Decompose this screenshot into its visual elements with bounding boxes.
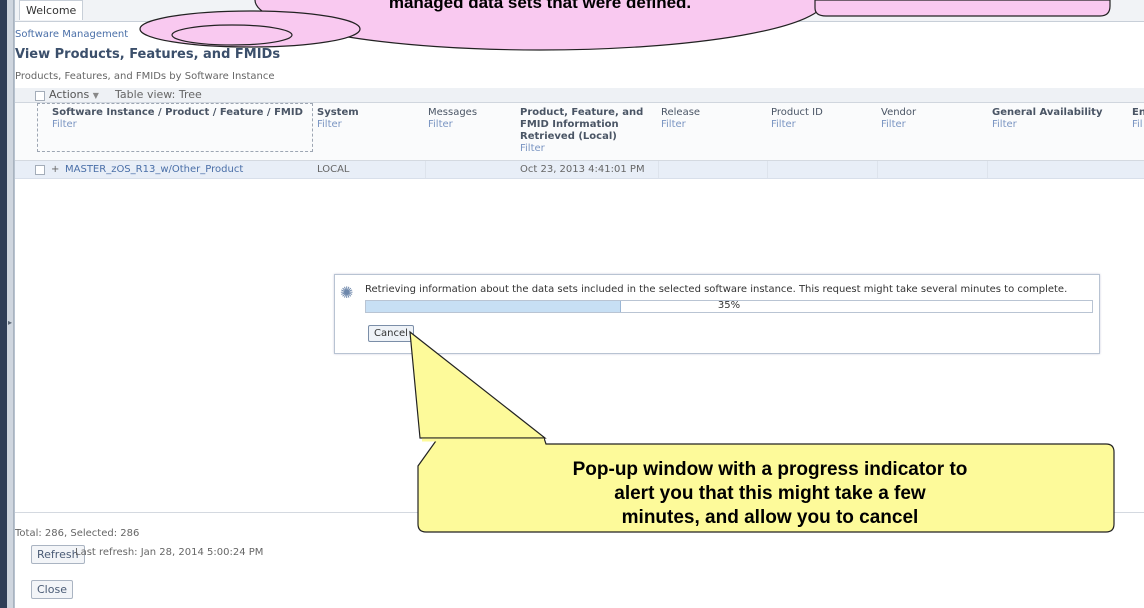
filter-link[interactable]: Filter [771, 119, 823, 131]
progress-dialog: ✺ Retrieving information about the data … [334, 274, 1100, 354]
col-retrieved-label-2: FMID Information [520, 119, 619, 130]
breadcrumb: Software Management Products, Features, … [15, 29, 436, 40]
actions-menu[interactable]: Actions ▼ [49, 88, 99, 103]
column-divider [877, 161, 878, 178]
table-toolbar: Actions ▼ Table view: Tree [15, 88, 1144, 103]
breadcrumb-current: Products, Features, and FMIDs [284, 29, 436, 40]
progress-message: Retrieving information about the data se… [365, 284, 1068, 295]
chevron-right-icon[interactable]: ▸ [8, 318, 12, 327]
callout-line-1: Pop-up window with a progress indicator … [572, 459, 968, 480]
close-button[interactable]: Close [31, 580, 73, 599]
col-retrieved-label-1: Product, Feature, and [520, 107, 644, 118]
spinner-icon: ✺ [340, 283, 354, 302]
col-vendor[interactable]: Vendor Filter [881, 107, 916, 131]
actions-label: Actions [49, 88, 90, 101]
select-all-checkbox[interactable] [35, 91, 45, 101]
last-refresh: Last refresh: Jan 28, 2014 5:00:24 PM [75, 547, 264, 558]
filter-link[interactable]: Fil [1132, 119, 1144, 131]
col-ga-label: General Availability [992, 107, 1103, 118]
filter-link[interactable]: Filter [661, 119, 700, 131]
col-vendor-label: Vendor [881, 107, 917, 118]
progress-label: 35% [717, 300, 741, 311]
progress-bar: 35% [365, 300, 1093, 313]
column-divider [767, 161, 768, 178]
col-messages[interactable]: Messages Filter [428, 107, 477, 131]
filter-link[interactable]: Filter [317, 119, 359, 131]
row-retrieved: Oct 23, 2013 4:41:01 PM [520, 164, 645, 175]
left-nav-bar [0, 0, 7, 608]
breadcrumb-software-management[interactable]: Software Management [15, 29, 128, 40]
page-subtitle: Products, Features, and FMIDs by Softwar… [15, 71, 275, 82]
column-divider [658, 161, 659, 178]
filter-link[interactable]: Filter [52, 119, 312, 131]
table-view-selector[interactable]: Table view: Tree [115, 88, 202, 102]
expand-icon[interactable]: + [51, 161, 59, 178]
filter-link[interactable]: Filter [992, 119, 1102, 131]
col-product-id-label: Product ID [771, 107, 823, 118]
table-row[interactable]: + MASTER_zOS_R13_w/Other_Product LOCAL O… [15, 161, 1144, 179]
callout-bottom-text: Pop-up window with a progress indicator … [430, 458, 1110, 530]
col-system[interactable]: System Filter [317, 107, 359, 131]
software-instance-link[interactable]: MASTER_zOS_R13_w/Other_Product [65, 161, 243, 178]
col-release[interactable]: Release Filter [661, 107, 700, 131]
callout-line-3: minutes, and allow you to cancel [621, 507, 919, 528]
col-en-label: En [1132, 107, 1144, 118]
table-header: Software Instance / Product / Feature / … [15, 103, 1144, 161]
page-title: View Products, Features, and FMIDs [15, 47, 281, 62]
caret-down-icon: ▼ [92, 91, 99, 100]
row-system: LOCAL [317, 164, 350, 175]
col-messages-label: Messages [428, 107, 478, 118]
col-release-label: Release [661, 107, 701, 118]
col-retrieved[interactable]: Product, Feature, and FMID Information R… [520, 107, 643, 155]
nav-collapse-gutter[interactable]: ▸ [7, 0, 14, 608]
cancel-button[interactable]: Cancel [368, 325, 414, 342]
callout-top-text: managed data sets that were defined. [388, 0, 692, 12]
col-product-id[interactable]: Product ID Filter [771, 107, 823, 131]
col-software-instance[interactable]: Software Instance / Product / Feature / … [37, 103, 313, 152]
tab-welcome[interactable]: Welcome [19, 0, 84, 20]
row-checkbox[interactable] [35, 165, 45, 175]
col-general-availability[interactable]: General Availability Filter [992, 107, 1102, 131]
filter-link[interactable]: Filter [881, 119, 916, 131]
filter-link[interactable]: Filter [428, 119, 477, 131]
total-count: Total: 286, Selected: 286 [15, 528, 140, 539]
col-software-instance-label: Software Instance / Product / Feature / … [52, 107, 303, 118]
callout-line-2: alert you that this might take a few [614, 483, 926, 504]
col-system-label: System [317, 107, 359, 118]
col-en[interactable]: En Fil [1132, 107, 1144, 131]
col-retrieved-label-3: Retrieved (Local) [520, 131, 617, 142]
filter-link[interactable]: Filter [520, 143, 643, 155]
column-divider [425, 161, 426, 178]
column-divider [987, 161, 988, 178]
